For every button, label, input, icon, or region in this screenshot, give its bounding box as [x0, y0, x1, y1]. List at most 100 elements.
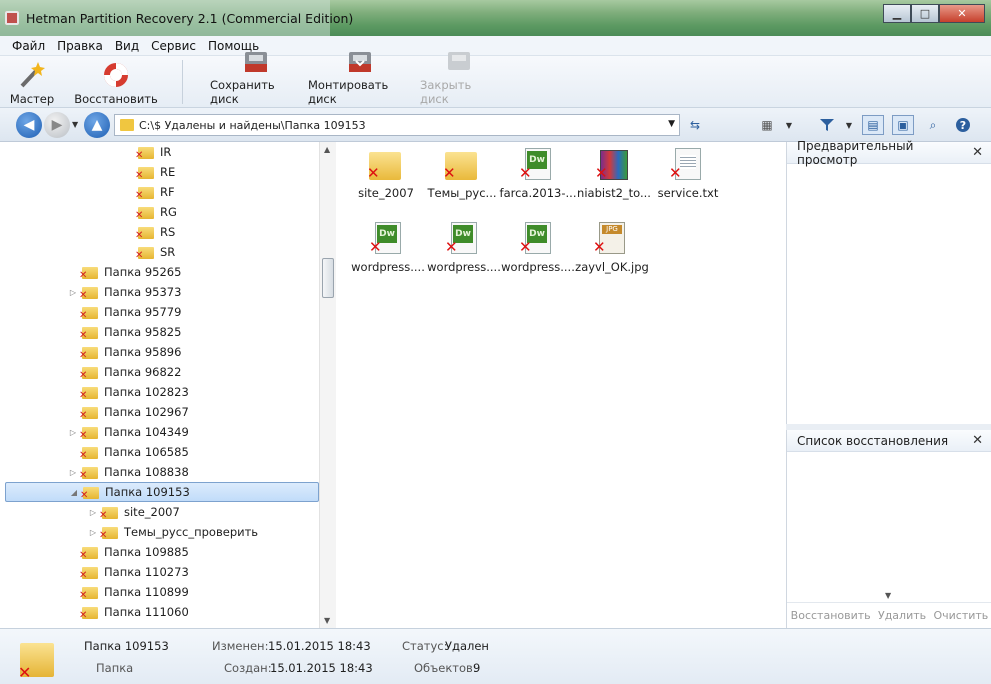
tree-item-label: IR: [160, 145, 172, 159]
tree-item[interactable]: ▷ ✕ Папка 104349: [68, 422, 189, 442]
recovery-restore-button[interactable]: Восстановить: [791, 609, 871, 622]
mount-disk-button[interactable]: Монтировать диск: [308, 52, 412, 106]
tree-item-label: Папка 109153: [105, 485, 190, 499]
tree-item[interactable]: ✕ Папка 95265: [68, 262, 181, 282]
expander-icon[interactable]: ▷: [68, 468, 78, 477]
file-item[interactable]: Dw ✕ wordpress....: [427, 222, 501, 274]
close-recovery-icon[interactable]: ✕: [972, 433, 983, 448]
save-disk-button[interactable]: Сохранить диск: [210, 52, 302, 106]
tree-item[interactable]: ✕ Папка 106585: [68, 442, 189, 462]
tree-item[interactable]: ▷ ✕ Папка 95373: [68, 282, 182, 302]
lifebuoy-icon: [100, 60, 132, 90]
path-input[interactable]: C:\$ Удалены и найдены\Папка 109153 ▼: [114, 114, 680, 136]
expand-arrow-icon[interactable]: ▼: [885, 591, 891, 600]
deleted-folder-icon: ✕: [135, 145, 154, 161]
deleted-folder-icon: ✕: [79, 385, 98, 401]
preview-panel: Предварительный просмотр ✕: [786, 139, 991, 424]
history-dropdown-icon[interactable]: ▼: [72, 120, 78, 129]
recovery-clear-button[interactable]: Очистить: [933, 609, 988, 622]
up-button[interactable]: ▲: [84, 112, 110, 138]
deleted-folder-icon: ✕: [79, 545, 98, 561]
file-item[interactable]: ✕ niabist2_to...: [577, 148, 651, 200]
filter-dropdown-icon[interactable]: ▼: [838, 115, 860, 135]
file-item[interactable]: Dw ✕ wordpress....: [351, 222, 425, 274]
folder-icon: ✕: [443, 148, 479, 182]
wizard-button[interactable]: Мастер: [8, 58, 56, 106]
tree-item[interactable]: ✕ SR: [124, 242, 175, 262]
close-disk-button[interactable]: Закрыть диск: [420, 52, 498, 106]
help-icon[interactable]: ?: [952, 115, 974, 135]
tree-item[interactable]: ✕ Папка 102967: [68, 402, 189, 422]
tree-item-label: Папка 95825: [104, 325, 182, 339]
expander-icon[interactable]: ▷: [68, 428, 78, 437]
path-dropdown-icon[interactable]: ▼: [668, 119, 675, 129]
scroll-thumb[interactable]: [322, 258, 334, 298]
window-controls: ▁ □ ✕: [883, 4, 985, 23]
menu-service[interactable]: Сервис: [145, 39, 202, 53]
tree-item[interactable]: ▷ ✕ Папка 108838: [68, 462, 189, 482]
close-button[interactable]: ✕: [939, 4, 985, 23]
view-dropdown-icon[interactable]: ▼: [778, 115, 800, 135]
expander-icon[interactable]: ▷: [68, 288, 78, 297]
tree-item[interactable]: ✕ Папка 110899: [68, 582, 189, 602]
file-item[interactable]: Dw ✕ farca.2013-...: [500, 148, 577, 200]
menu-view[interactable]: Вид: [109, 39, 145, 53]
recovery-panel-header: Список восстановления ✕: [787, 430, 991, 452]
search-icon[interactable]: ⌕: [922, 115, 944, 135]
tree-item[interactable]: ◢ ✕ Папка 109153: [5, 482, 319, 502]
menu-edit[interactable]: Правка: [51, 39, 109, 53]
view-mode-icon[interactable]: ▦: [756, 115, 778, 135]
tree-item-label: Папка 95265: [104, 265, 182, 279]
tree-item[interactable]: ▷ ✕ Темы_русс_проверить: [88, 522, 258, 542]
menu-bar: Файл Правка Вид Сервис Помощь: [0, 36, 991, 56]
deleted-folder-icon: ✕: [79, 305, 98, 321]
tree-scrollbar[interactable]: ▲ ▼: [319, 142, 336, 628]
tree-item[interactable]: ✕ Папка 109885: [68, 542, 189, 562]
expander-icon[interactable]: ◢: [69, 488, 79, 497]
tree-item[interactable]: ✕ RE: [124, 162, 175, 182]
tree-item[interactable]: ✕ RG: [124, 202, 177, 222]
file-item[interactable]: ✕ site_2007: [349, 148, 423, 200]
status-label: Статус:: [402, 639, 448, 653]
deleted-folder-icon: ✕: [79, 445, 98, 461]
recovery-delete-button[interactable]: Удалить: [878, 609, 926, 622]
tree-item[interactable]: ✕ Папка 110273: [68, 562, 189, 582]
tree-item[interactable]: ✕ IR: [124, 142, 171, 162]
deleted-folder-icon: ✕: [18, 635, 54, 682]
file-item[interactable]: JPG ✕ zayvl_OK.jpg: [575, 222, 649, 274]
restore-button[interactable]: Восстановить: [72, 58, 160, 106]
tree-item[interactable]: ✕ RF: [124, 182, 175, 202]
file-item-label: site_2007: [358, 186, 414, 200]
tree-item[interactable]: ✕ Папка 95896: [68, 342, 181, 362]
tree-item[interactable]: ✕ Папка 95779: [68, 302, 181, 322]
save-icon[interactable]: ▣: [892, 115, 914, 135]
panel-layout-icon[interactable]: ▤: [862, 115, 884, 135]
path-text: C:\$ Удалены и найдены\Папка 109153: [139, 118, 366, 132]
tree-item-label: Папка 110273: [104, 565, 189, 579]
scroll-up-icon[interactable]: ▲: [324, 145, 330, 154]
file-item[interactable]: ✕ Темы_рус...: [425, 148, 499, 200]
maximize-button[interactable]: □: [911, 4, 939, 23]
tree-item[interactable]: ✕ Папка 102823: [68, 382, 189, 402]
app-icon[interactable]: [5, 11, 19, 25]
deleted-folder-icon: ✕: [99, 525, 118, 541]
expander-icon[interactable]: ▷: [88, 528, 98, 537]
arrow-up-icon: ▲: [91, 117, 103, 133]
scroll-down-icon[interactable]: ▼: [324, 616, 330, 625]
filter-icon[interactable]: [816, 115, 838, 135]
minimize-button[interactable]: ▁: [883, 4, 911, 23]
tree-item[interactable]: ✕ Папка 95825: [68, 322, 181, 342]
close-preview-icon[interactable]: ✕: [972, 145, 983, 160]
tree-item[interactable]: ✕ Папка 96822: [68, 362, 181, 382]
back-button[interactable]: ◀: [16, 112, 42, 138]
menu-file[interactable]: Файл: [6, 39, 51, 53]
forward-button[interactable]: ▶: [44, 112, 70, 138]
file-item[interactable]: ✕ service.txt: [651, 148, 725, 200]
expander-icon[interactable]: ▷: [88, 508, 98, 517]
tree-item[interactable]: ✕ Папка 111060: [68, 602, 189, 622]
tree-item[interactable]: ▷ ✕ site_2007: [88, 502, 180, 522]
tree-item[interactable]: ✕ RS: [124, 222, 175, 242]
tree-item-label: Темы_русс_проверить: [124, 525, 259, 539]
refresh-icon[interactable]: ⇆: [684, 115, 706, 135]
file-item[interactable]: Dw ✕ wordpress....: [501, 222, 575, 274]
